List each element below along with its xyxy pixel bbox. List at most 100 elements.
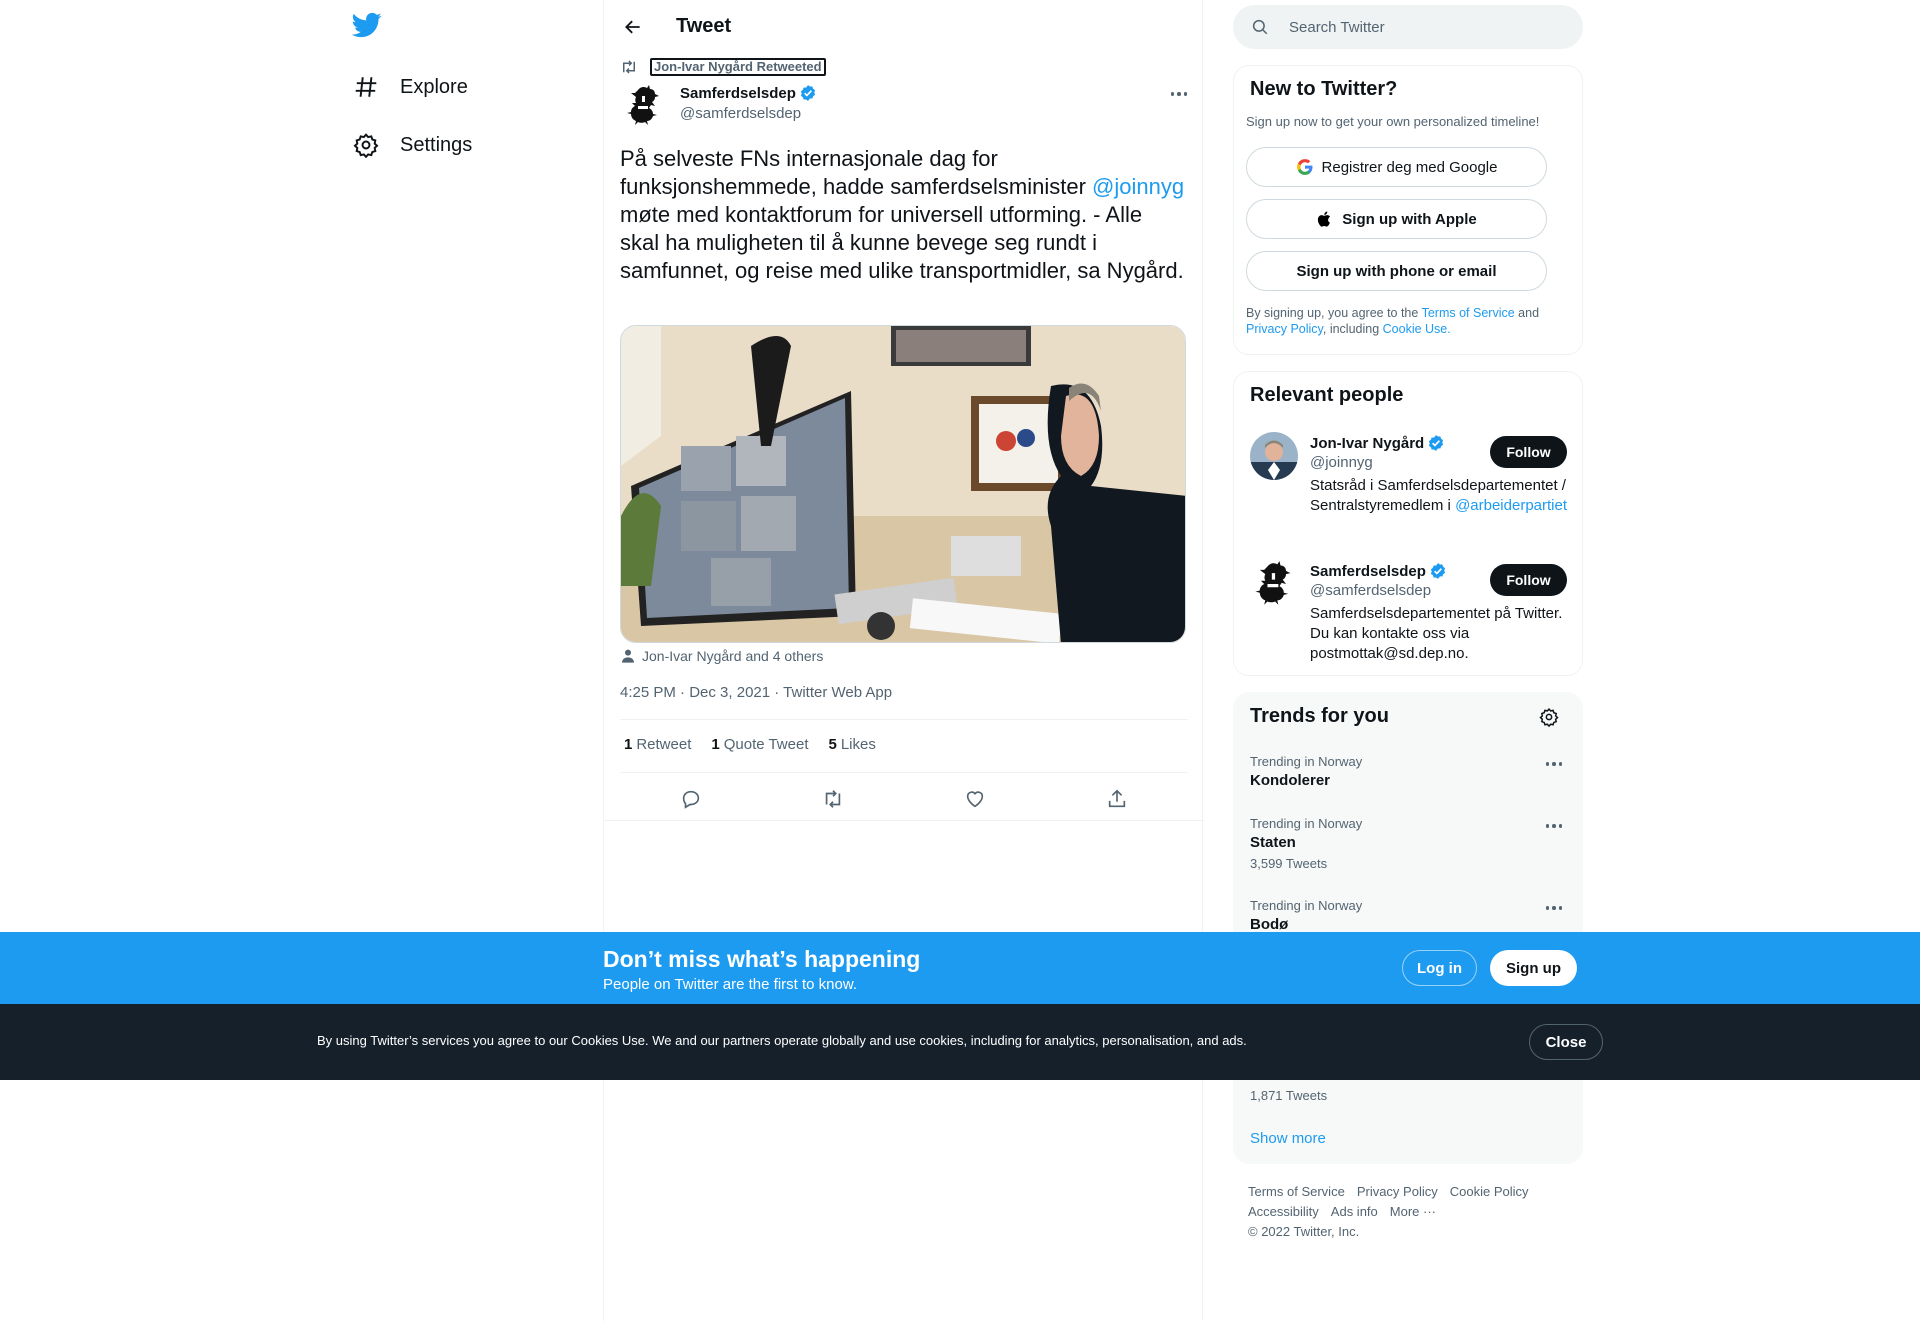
twitter-bird-icon[interactable]: [351, 10, 386, 44]
person-name-text: Samferdselsdep: [1310, 562, 1426, 580]
more-dots-icon: [1545, 906, 1563, 910]
trend-item[interactable]: 1,871 Tweets: [1250, 1083, 1570, 1103]
cookie-use-link[interactable]: Cookie Use.: [1383, 322, 1451, 336]
nav-item-settings[interactable]: Settings: [340, 120, 484, 170]
person-handle[interactable]: @joinnyg: [1310, 454, 1373, 471]
trend-item[interactable]: Trending in Norway Bodø: [1250, 898, 1570, 933]
apple-signup-button[interactable]: Sign up with Apple: [1246, 199, 1547, 239]
trend-context: Trending in Norway: [1250, 754, 1363, 769]
likes-stat[interactable]: 5 Likes: [829, 736, 876, 753]
retweets-stat[interactable]: 1 Retweet: [624, 736, 691, 753]
reply-button[interactable]: [674, 782, 708, 816]
search-icon: [1252, 19, 1268, 35]
trend-more-button[interactable]: [1540, 816, 1568, 836]
person-handle[interactable]: @samferdselsdep: [1310, 582, 1431, 599]
heart-icon: [966, 791, 984, 808]
retweet-icon: [620, 59, 640, 75]
terms-of-service-link[interactable]: Terms of Service: [1422, 306, 1515, 320]
author-handle[interactable]: @samferdselsdep: [680, 105, 801, 122]
quote-label: Quote Tweet: [723, 736, 809, 753]
person-bio: Statsråd i Samferdselsdepartementet / Se…: [1310, 476, 1572, 516]
trend-more-button[interactable]: [1540, 754, 1568, 774]
search-bar: [1233, 5, 1583, 49]
person-name-text: Jon-Ivar Nygård: [1310, 434, 1425, 452]
divider: [604, 820, 1204, 821]
like-button[interactable]: [958, 782, 992, 816]
tweet-more-button[interactable]: [1164, 82, 1194, 106]
tweet-timestamp: 4:25 PM · Dec 3, 2021 · Twitter Web App: [620, 684, 892, 701]
footer-more-link[interactable]: More ···: [1390, 1204, 1436, 1219]
legal-text: By signing up, you agree to the: [1246, 306, 1422, 320]
share-icon: [1108, 789, 1126, 808]
tagged-people[interactable]: Jon-Ivar Nygård and 4 others: [620, 648, 823, 664]
retweet-count: 1: [624, 736, 633, 753]
share-button[interactable]: [1100, 782, 1134, 816]
cookie-close-button[interactable]: Close: [1529, 1024, 1603, 1060]
tweet-text: På selveste FNs internasjonale dag for f…: [620, 145, 1185, 285]
page-title: Tweet: [676, 15, 732, 37]
bio-mention-link[interactable]: @arbeiderpartiet: [1455, 497, 1567, 514]
person-name[interactable]: Samferdselsdep: [1310, 562, 1447, 580]
trend-item[interactable]: Trending in Norway Kondolerer: [1250, 754, 1570, 789]
retweet-label: Retweet: [636, 736, 692, 753]
signup-button[interactable]: Sign up: [1490, 950, 1577, 986]
jon-ivar-avatar: [1250, 432, 1298, 480]
separator: ·: [675, 684, 690, 701]
tweet-source[interactable]: Twitter Web App: [783, 684, 892, 701]
tweet-time-link[interactable]: 4:25 PM · Dec 3, 2021: [620, 684, 770, 701]
verified-badge-icon: [1429, 435, 1444, 451]
trend-name: Bodø: [1250, 916, 1289, 933]
person-icon: [622, 649, 634, 663]
person-bio: Samferdselsdepartementet på Twitter. Du …: [1310, 605, 1563, 662]
footer-link[interactable]: Terms of Service: [1248, 1184, 1345, 1199]
tweet-text-part: møte med kontaktforum for universell utf…: [620, 202, 1184, 283]
nav-label-explore: Explore: [400, 75, 468, 98]
author-avatar[interactable]: [620, 82, 668, 130]
new-to-twitter-panel: New to Twitter? Sign up now to get your …: [1233, 65, 1583, 355]
legal-text: and: [1514, 306, 1540, 320]
privacy-policy-link[interactable]: Privacy Policy: [1246, 322, 1323, 336]
retweet-button[interactable]: [816, 782, 850, 816]
trends-settings-button[interactable]: [1539, 707, 1561, 729]
author-name[interactable]: Samferdselsdep: [680, 84, 817, 102]
nav-item-explore[interactable]: Explore: [340, 62, 480, 112]
more-dots-icon: [1545, 762, 1563, 766]
quote-tweets-stat[interactable]: 1 Quote Tweet: [711, 736, 808, 753]
follow-button[interactable]: Follow: [1490, 436, 1567, 468]
login-button[interactable]: Log in: [1402, 950, 1477, 986]
retweeted-by-link[interactable]: Jon-Ivar Nygård Retweeted: [650, 58, 826, 76]
gear-icon: [352, 131, 380, 159]
legal-text: , including: [1322, 322, 1383, 336]
relevant-people-panel: Relevant people Jon-Ivar Nygård @joinnyg…: [1233, 371, 1583, 676]
avatar[interactable]: [1250, 560, 1298, 608]
footer-link[interactable]: Privacy Policy: [1357, 1184, 1438, 1199]
tweet-stats: 1 Retweet 1 Quote Tweet 5 Likes: [624, 736, 876, 753]
back-button[interactable]: [616, 10, 650, 44]
footer-link[interactable]: Accessibility: [1248, 1204, 1319, 1219]
tweet-photo[interactable]: [620, 325, 1186, 643]
apple-icon: [1318, 211, 1331, 227]
phone-email-signup-button[interactable]: Sign up with phone or email: [1246, 251, 1547, 291]
search-input[interactable]: [1289, 5, 1569, 49]
tweet-column: Tweet Jon-Ivar Nygård Retweeted Samferds…: [603, 0, 1204, 1321]
signup-banner: Don’t miss what’s happening People on Tw…: [0, 932, 1920, 1004]
footer-link[interactable]: Cookie Policy: [1450, 1184, 1529, 1199]
trend-more-button[interactable]: [1540, 898, 1568, 918]
mention-link[interactable]: @joinnyg: [1092, 174, 1184, 199]
cookie-text: By using Twitter’s services you agree to…: [317, 1033, 1247, 1048]
google-signup-button[interactable]: Registrer deg med Google: [1246, 147, 1547, 187]
avatar[interactable]: [1250, 432, 1298, 480]
trends-panel: Trends for you Trending in Norway Kondol…: [1233, 692, 1583, 1164]
follow-button[interactable]: Follow: [1490, 564, 1567, 596]
divider: [620, 772, 1188, 773]
footer-link[interactable]: Ads info: [1331, 1204, 1378, 1219]
more-dots-icon: [1545, 824, 1563, 828]
retweet-icon: [825, 790, 841, 808]
trend-item[interactable]: Trending in Norway Staten 3,599 Tweets: [1250, 816, 1570, 871]
hashtag-icon: [352, 73, 380, 101]
tweet-actions: [620, 782, 1188, 816]
show-more-link[interactable]: Show more: [1250, 1130, 1326, 1147]
person-name[interactable]: Jon-Ivar Nygård: [1310, 434, 1445, 452]
gear-icon: [1539, 707, 1559, 728]
norway-lion-logo: [1252, 560, 1296, 608]
